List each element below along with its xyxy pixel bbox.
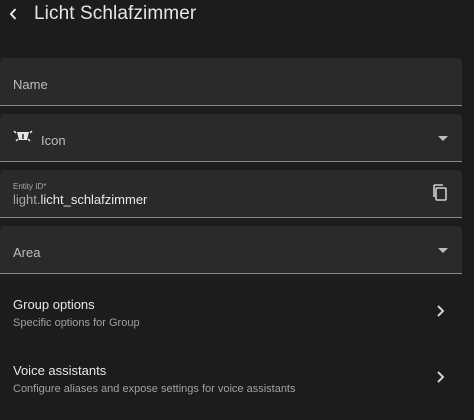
voice-assistants-row[interactable]: Voice assistants Configure aliases and e… [0,356,474,420]
area-field-label: Area [13,245,41,260]
ceiling-light-icon [13,130,33,142]
chevron-left-icon [9,8,17,20]
page-title: Licht Schlafzimmer [34,3,197,24]
icon-picker[interactable]: Icon [0,114,462,162]
entity-id-value: light.licht_schlafzimmer [13,192,147,207]
voice-assistants-subtitle: Configure aliases and expose settings fo… [13,383,296,395]
group-options-row[interactable]: Group options Specific options for Group [0,290,474,354]
entity-id-label: Entity ID* [13,182,47,191]
entity-id-suffix: licht_schlafzimmer [40,192,148,207]
icon-field-label: Icon [41,133,66,148]
page-header: Licht Schlafzimmer [0,0,474,30]
chevron-right-icon [437,305,445,317]
group-options-subtitle: Specific options for Group [13,317,140,329]
entity-id-field[interactable]: Entity ID* light.licht_schlafzimmer [0,170,462,218]
back-button[interactable] [2,2,24,26]
voice-assistants-title: Voice assistants [13,363,107,378]
area-picker[interactable]: Area [0,226,462,274]
entity-id-prefix: light. [13,192,41,207]
group-options-title: Group options [13,297,95,312]
content-copy-icon[interactable] [431,183,449,203]
chevron-right-icon [437,371,445,383]
dropdown-arrow-icon [438,136,448,141]
name-field-label: Name [13,77,48,92]
name-field[interactable]: Name [0,58,462,106]
dropdown-arrow-icon [438,248,448,253]
